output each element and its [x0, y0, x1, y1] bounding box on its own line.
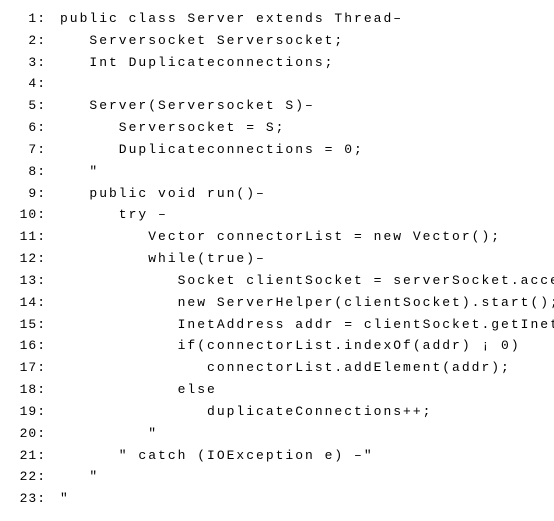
code-line: 1:public class Server extends Thread–: [10, 8, 544, 30]
line-text: public class Server extends Thread–: [46, 8, 403, 30]
line-text: ʺ: [46, 423, 158, 445]
line-number: 23:: [10, 488, 46, 510]
code-line: 19: duplicateConnections++;: [10, 401, 544, 423]
line-number: 8:: [10, 161, 46, 183]
code-line: 23:ʺ: [10, 488, 544, 510]
line-number: 2:: [10, 30, 46, 52]
code-line: 7: Duplicateconnections = 0;: [10, 139, 544, 161]
line-text: Serversocket Serversocket;: [46, 30, 344, 52]
line-number: 15:: [10, 314, 46, 336]
code-line: 22: ʺ: [10, 466, 544, 488]
line-text: Server(Serversocket S)–: [46, 95, 315, 117]
code-line: 4:: [10, 73, 544, 95]
line-number: 11:: [10, 226, 46, 248]
line-number: 4:: [10, 73, 46, 95]
line-text: duplicateConnections++;: [46, 401, 432, 423]
line-text: ʺ: [46, 161, 99, 183]
line-text: ʺ: [46, 466, 99, 488]
line-text: if(connectorList.indexOf(addr) ¡ 0): [46, 335, 521, 357]
line-text: connectorList.addElement(addr);: [46, 357, 511, 379]
code-line: 5: Server(Serversocket S)–: [10, 95, 544, 117]
line-text: Serversocket = S;: [46, 117, 285, 139]
code-line: 6: Serversocket = S;: [10, 117, 544, 139]
line-text: else: [46, 379, 217, 401]
line-text: new ServerHelper(clientSocket).start();: [46, 292, 554, 314]
line-number: 1:: [10, 8, 46, 30]
line-text: Vector connectorList = new Vector();: [46, 226, 501, 248]
code-line: 10: try –: [10, 204, 544, 226]
line-number: 5:: [10, 95, 46, 117]
line-text: ʺ: [46, 488, 70, 510]
code-line: 3: Int Duplicateconnections;: [10, 52, 544, 74]
code-line: 13: Socket clientSocket = serverSocket.a…: [10, 270, 544, 292]
code-line: 17: connectorList.addElement(addr);: [10, 357, 544, 379]
line-number: 22:: [10, 466, 46, 488]
line-text: try –: [46, 204, 168, 226]
line-number: 13:: [10, 270, 46, 292]
code-line: 2: Serversocket Serversocket;: [10, 30, 544, 52]
code-line: 18: else: [10, 379, 544, 401]
line-number: 6:: [10, 117, 46, 139]
code-line: 8: ʺ: [10, 161, 544, 183]
line-number: 21:: [10, 445, 46, 467]
line-text: Int Duplicateconnections;: [46, 52, 334, 74]
code-line: 12: while(true)–: [10, 248, 544, 270]
code-line: 16: if(connectorList.indexOf(addr) ¡ 0): [10, 335, 544, 357]
line-number: 17:: [10, 357, 46, 379]
line-number: 3:: [10, 52, 46, 74]
line-text: InetAddress addr = clientSocket.getInetA…: [46, 314, 554, 336]
line-text: public void run()–: [46, 183, 266, 205]
code-line: 9: public void run()–: [10, 183, 544, 205]
line-text: ʺ catch (IOException e) –ʺ: [46, 445, 374, 467]
line-text: Socket clientSocket = serverSocket.accep…: [46, 270, 554, 292]
line-text: Duplicateconnections = 0;: [46, 139, 364, 161]
line-number: 12:: [10, 248, 46, 270]
line-number: 16:: [10, 335, 46, 357]
code-line: 21: ʺ catch (IOException e) –ʺ: [10, 445, 544, 467]
line-text: while(true)–: [46, 248, 266, 270]
code-line: 11: Vector connectorList = new Vector();: [10, 226, 544, 248]
code-listing: 1:public class Server extends Thread–2: …: [10, 8, 544, 510]
code-line: 14: new ServerHelper(clientSocket).start…: [10, 292, 544, 314]
code-line: 15: InetAddress addr = clientSocket.getI…: [10, 314, 544, 336]
line-number: 20:: [10, 423, 46, 445]
line-number: 19:: [10, 401, 46, 423]
line-number: 10:: [10, 204, 46, 226]
code-line: 20: ʺ: [10, 423, 544, 445]
line-number: 9:: [10, 183, 46, 205]
line-text: [46, 73, 60, 95]
line-number: 18:: [10, 379, 46, 401]
line-number: 14:: [10, 292, 46, 314]
line-number: 7:: [10, 139, 46, 161]
